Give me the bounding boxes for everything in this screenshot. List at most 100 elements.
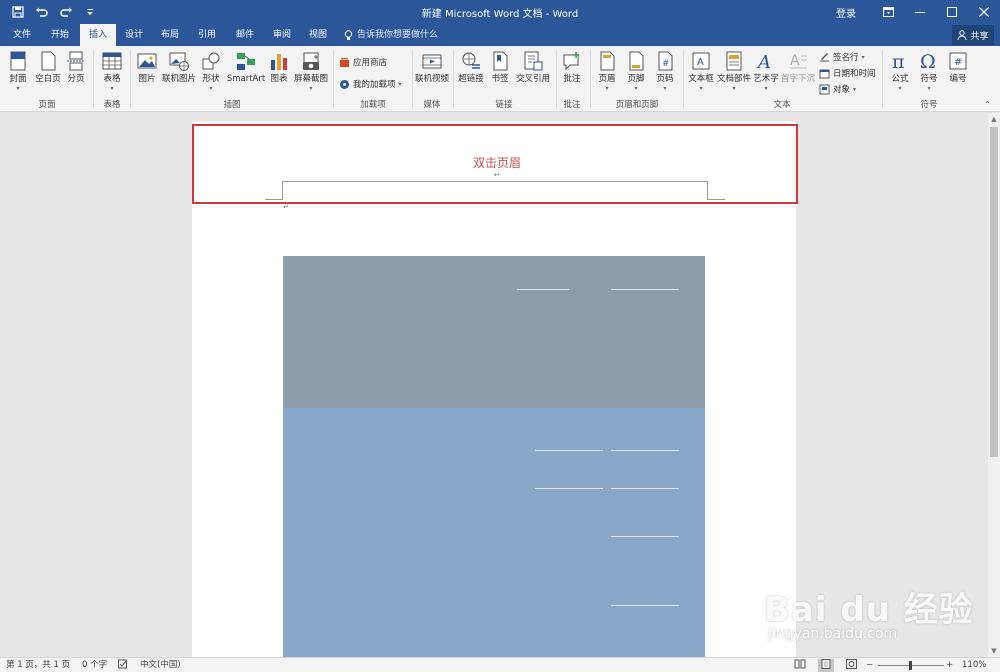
tab-mailings[interactable]: 邮件 [228,24,262,46]
object-button[interactable]: 对象 ▾ [819,83,856,95]
my-addins-button[interactable]: 我的加载项 ▾ [339,78,402,90]
chart-label: 图表 [270,74,288,84]
share-button[interactable]: 共享 [952,25,994,45]
bookmark-button[interactable]: 书签 [488,50,512,85]
table-icon [102,52,122,70]
screenshot-icon [303,52,319,70]
blank-page-button[interactable]: 空白页 [33,50,63,85]
number-label: 编号 [949,74,967,84]
text-box-icon: A [692,52,710,70]
number-icon: # [949,52,967,70]
zoom-level[interactable]: 110% [962,659,986,672]
tab-layout[interactable]: 布局 [152,24,188,46]
page-number-button[interactable]: # 页码 ▾ [652,50,678,93]
undo-icon[interactable] [32,3,52,21]
scroll-up-icon[interactable]: ▲ [988,113,1000,125]
image-line [611,289,679,290]
chevron-down-icon: ▾ [861,53,865,61]
chevron-down-icon: ▾ [634,85,638,92]
customize-qat-icon[interactable] [80,3,100,21]
group-tables-label: 表格 [103,100,121,110]
cover-page-button[interactable]: 封面 ▾ [4,50,32,93]
signature-line-button[interactable]: 签名行 ▾ [819,51,865,63]
online-picture-label: 联机图片 [161,74,196,84]
tab-file[interactable]: 文件 [4,24,40,46]
chart-button[interactable]: 图表 [268,50,290,85]
my-addins-label: 我的加载项 [353,80,396,90]
group-symbols-label: 符号 [920,100,938,110]
scrollbar-thumb[interactable] [990,127,998,457]
language-indicator[interactable]: 中文(中国) [140,659,181,672]
web-layout-icon[interactable] [846,659,857,672]
page-break-button[interactable]: 分页 [64,50,88,85]
maximize-icon[interactable] [936,0,968,24]
zoom-in-icon[interactable]: + [946,659,953,672]
share-label: 共享 [970,31,989,42]
page-count[interactable]: 第 1 页，共 1 页 [6,659,70,672]
ribbon-display-options-icon[interactable] [872,0,904,24]
proofing-icon[interactable] [118,659,128,672]
pi-icon: π [892,51,905,72]
print-layout-icon[interactable] [818,659,834,672]
table-label: 表格 [103,74,121,84]
redo-icon[interactable] [56,3,76,21]
minimize-icon[interactable] [904,0,936,24]
comment-button[interactable]: 批注 [560,50,584,85]
word-count[interactable]: 0 个字 [82,659,107,672]
chevron-down-icon: ▾ [927,85,931,92]
quick-parts-button[interactable]: 文档部件 ▾ [717,50,751,93]
read-mode-icon[interactable] [794,659,806,672]
save-icon[interactable] [8,3,28,21]
tab-review[interactable]: 审阅 [265,24,299,46]
text-box-button[interactable]: A 文本框 ▾ [686,50,716,93]
header-button[interactable]: 页眉 ▾ [594,50,620,93]
tab-references[interactable]: 引用 [190,24,224,46]
store-label: 应用商店 [353,58,388,68]
online-video-button[interactable]: 联机视频 [414,50,450,85]
image-line [611,605,679,606]
cross-reference-button[interactable]: 交叉引用 [514,50,552,85]
equation-button[interactable]: π 公式 ▾ [886,50,914,93]
quick-parts-label: 文档部件 [717,74,752,84]
picture-button[interactable]: 图片 [134,50,160,85]
picture-icon [137,53,157,69]
margin-marker [707,199,725,200]
online-picture-button[interactable]: 联机图片 [161,50,197,85]
date-time-button[interactable]: 日期和时间 [819,67,876,79]
tab-insert[interactable]: 插入 [80,24,116,46]
image-line [611,536,679,537]
store-button[interactable]: 应用商店 [339,56,387,68]
smartart-icon [237,53,255,70]
hyperlink-button[interactable]: 超链接 [456,50,486,85]
footer-button[interactable]: 页脚 ▾ [623,50,649,93]
screenshot-button[interactable]: 屏幕截图 ▾ [292,50,330,93]
login-link[interactable]: 登录 [836,5,856,20]
tab-view[interactable]: 视图 [302,24,334,46]
paragraph-mark: ↵ [283,203,289,211]
image-line [611,450,679,451]
window-controls: 登录 [836,0,1000,24]
smartart-button[interactable]: SmartArt [226,50,266,85]
blank-page-label: 空白页 [35,74,61,84]
image-bottom-band [283,408,705,657]
wordart-button[interactable]: A 艺术字 ▾ [752,50,780,93]
table-button[interactable]: 表格 ▾ [98,50,126,93]
object-icon [819,84,830,94]
tab-home[interactable]: 开始 [42,24,78,46]
close-icon[interactable] [968,0,1000,24]
tab-design[interactable]: 设计 [118,24,150,46]
collapse-ribbon-icon[interactable]: ⌃ [984,100,991,109]
inserted-image[interactable] [283,256,705,657]
zoom-out-icon[interactable]: − [866,659,873,672]
chevron-down-icon: ▾ [898,85,902,92]
group-text-label: 文本 [773,100,791,110]
tell-me-search[interactable]: 告诉我你想要做什么 [344,24,438,46]
zoom-slider-thumb[interactable] [909,661,912,670]
chevron-down-icon: ▾ [398,80,402,88]
group-pages-label: 页面 [38,100,56,110]
number-button[interactable]: # 编号 [945,50,971,85]
symbol-button[interactable]: Ω 符号 ▾ [916,50,942,93]
drop-cap-button[interactable]: A 首字下沉 [781,50,815,85]
watermark-url: jingyan.baidu.com [768,626,898,642]
shapes-button[interactable]: 形状 ▾ [198,50,224,93]
